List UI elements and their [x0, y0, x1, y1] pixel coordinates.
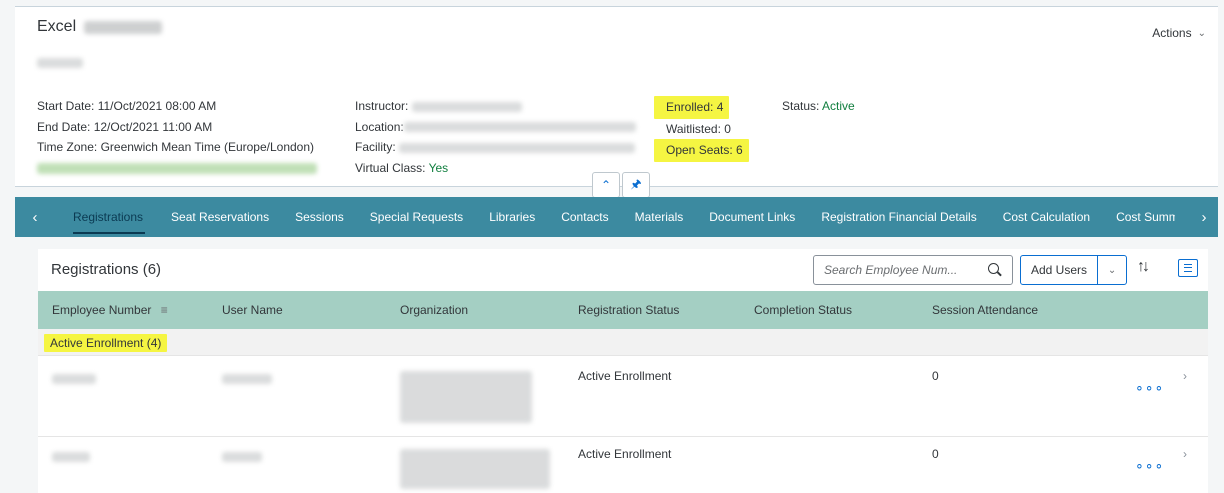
- column-header-session-attendance[interactable]: Session Attendance: [932, 303, 1038, 317]
- dates-column: Start Date: 11/Oct/2021 08:00 AM End Dat…: [37, 96, 317, 178]
- organization-cell: [400, 371, 532, 423]
- time-zone: Time Zone: Greenwich Mean Time (Europe/L…: [37, 140, 315, 154]
- chevron-down-icon: ⌄: [1197, 27, 1206, 39]
- redacted-title: [84, 20, 163, 34]
- pin-icon: 🖈︎: [630, 176, 642, 191]
- registrations-panel: Registrations (6) Add Users ⌄ ↑↓ Employe…: [38, 249, 1208, 493]
- table-header: Employee Number ≡ User Name Organization…: [38, 291, 1208, 329]
- more-options-icon[interactable]: ∘∘∘: [1135, 379, 1164, 396]
- actions-label: Actions: [1152, 26, 1192, 40]
- chevron-right-icon[interactable]: ›: [1183, 369, 1187, 383]
- registration-status-cell: Active Enrollment: [578, 447, 672, 461]
- virtual-class-value: Yes: [428, 160, 449, 175]
- actions-menu-button[interactable]: Actions ⌄: [1152, 26, 1206, 40]
- add-users-button[interactable]: Add Users: [1021, 256, 1099, 284]
- registrations-title: Registrations (6): [51, 261, 162, 278]
- page-title: Excel: [37, 18, 163, 36]
- tab-registration-financial-details[interactable]: Registration Financial Details: [821, 198, 976, 236]
- table-settings-icon[interactable]: [1178, 259, 1198, 277]
- tab-seat-reservations[interactable]: Seat Reservations: [171, 198, 269, 236]
- column-header-completion-status[interactable]: Completion Status: [754, 303, 852, 317]
- redacted-line: [37, 158, 317, 179]
- facility-field: Facility:: [355, 137, 636, 158]
- tab-cost-calculation[interactable]: Cost Calculation: [1003, 198, 1090, 236]
- organization-cell: [400, 449, 550, 489]
- tab-scroll-right-button[interactable]: ›: [1190, 208, 1218, 226]
- object-header: Excel Actions ⌄ Start Date: 11/Oct/2021 …: [15, 6, 1218, 186]
- status-field: Status: Active: [782, 99, 855, 113]
- page-title-text: Excel: [37, 18, 77, 35]
- employee-number-cell: [52, 371, 96, 385]
- tab-list: Registrations Seat Reservations Sessions Sp…: [55, 198, 1175, 236]
- tab-sessions[interactable]: Sessions: [295, 198, 344, 236]
- tab-special-requests[interactable]: Special Requests: [370, 198, 463, 236]
- instructor-field: Instructor:: [355, 96, 636, 117]
- status-column: Status: Active: [782, 96, 855, 117]
- status-value: Active: [822, 99, 855, 113]
- more-options-icon[interactable]: ∘∘∘: [1135, 457, 1164, 474]
- open-seats-count: Open Seats: 6: [654, 139, 749, 162]
- redacted-id: [37, 55, 83, 69]
- tab-cost-summary[interactable]: Cost Summary: [1116, 198, 1175, 236]
- tab-scroll-left-button[interactable]: ‹: [15, 209, 55, 226]
- column-header-registration-status[interactable]: Registration Status: [578, 303, 679, 317]
- tab-contacts[interactable]: Contacts: [561, 198, 608, 236]
- start-date: Start Date: 11/Oct/2021 08:00 AM: [37, 99, 217, 113]
- chevron-down-icon: ⌄: [1107, 264, 1117, 276]
- search-icon[interactable]: [988, 263, 1002, 277]
- search-input[interactable]: [824, 263, 984, 277]
- end-date: End Date: 12/Oct/2021 11:00 AM: [37, 119, 213, 134]
- chevron-right-icon[interactable]: ›: [1183, 447, 1187, 461]
- sort-icon[interactable]: ↑↓: [1137, 258, 1150, 276]
- location-field: Location:: [355, 117, 636, 138]
- header-toggle-group: ⌃ 🖈︎: [592, 172, 650, 198]
- instructor-column: Instructor: Location: Facility: Virtual …: [355, 96, 636, 178]
- tab-document-links[interactable]: Document Links: [709, 198, 795, 236]
- user-name-cell: [222, 449, 262, 463]
- chevron-up-icon: ⌃: [600, 178, 612, 192]
- collapse-header-button[interactable]: ⌃: [592, 172, 620, 198]
- add-users-split-button: Add Users ⌄: [1020, 255, 1127, 285]
- pin-header-button[interactable]: 🖈︎: [622, 172, 650, 198]
- tab-bar: ‹ Registrations Seat Reservations Sessions…: [15, 197, 1218, 237]
- tab-libraries[interactable]: Libraries: [489, 198, 535, 236]
- session-attendance-cell: 0: [932, 447, 939, 461]
- table-row[interactable]: Active Enrollment 0 ∘∘∘ ›: [38, 357, 1208, 437]
- group-header-row[interactable]: Active Enrollment (4): [38, 329, 1208, 356]
- group-label: Active Enrollment (4): [44, 334, 168, 352]
- session-attendance-cell: 0: [932, 369, 939, 383]
- search-field[interactable]: [813, 255, 1013, 285]
- registration-status-cell: Active Enrollment: [578, 369, 672, 383]
- tab-registrations[interactable]: Registrations: [55, 198, 146, 236]
- enrolled-count: Enrolled: 4: [654, 96, 730, 119]
- column-header-user-name[interactable]: User Name: [222, 303, 283, 317]
- user-name-cell: [222, 371, 272, 385]
- waitlisted-count: Waitlisted: 0: [666, 121, 731, 136]
- column-header-organization[interactable]: Organization: [400, 303, 468, 317]
- enrollment-column: Enrolled: 4 Waitlisted: 0 Open Seats: 6: [654, 96, 749, 162]
- table-row[interactable]: Active Enrollment 0 ∘∘∘ ›: [38, 437, 1208, 493]
- sort-indicator-icon: ≡: [160, 303, 168, 317]
- add-users-dropdown-button[interactable]: ⌄: [1098, 256, 1126, 284]
- employee-number-cell: [52, 449, 90, 463]
- column-header-employee-number[interactable]: Employee Number ≡: [52, 303, 168, 317]
- tab-materials[interactable]: Materials: [635, 198, 684, 236]
